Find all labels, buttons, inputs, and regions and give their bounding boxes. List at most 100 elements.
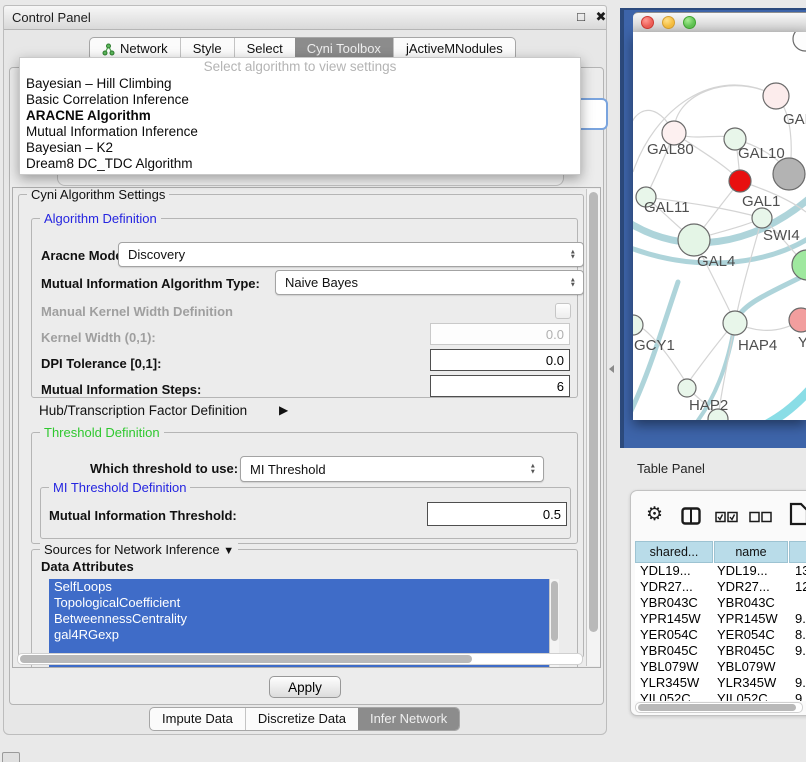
select-all-checks-icon[interactable] (715, 511, 739, 523)
table-row[interactable]: YBR045CYBR045C9. (635, 643, 806, 659)
sources-group: Sources for Network Inference ▼ Data Att… (31, 549, 578, 668)
gear-icon[interactable]: ⚙ (646, 503, 663, 526)
selected-value: Discovery (128, 247, 185, 262)
chevron-updown-icon: ▲▼ (570, 277, 576, 288)
list-item[interactable]: SelfLoops (49, 579, 550, 595)
tab-label: Impute Data (162, 708, 233, 730)
settings-scroll-area: Cyni Algorithm Settings Algorithm Defini… (12, 187, 601, 668)
minimize-button[interactable] (662, 16, 675, 29)
deselect-all-icon[interactable] (749, 511, 773, 523)
close-icon[interactable]: ✖ (593, 9, 609, 25)
node-label: GAL10 (738, 145, 785, 162)
node[interactable] (763, 83, 789, 109)
column-header-partial[interactable] (789, 541, 806, 563)
columns-icon[interactable] (681, 507, 701, 525)
node-hap2[interactable] (678, 379, 696, 397)
table-row[interactable]: YER054CYER054C8. (635, 627, 806, 643)
group-title[interactable]: Sources for Network Inference ▼ (40, 542, 238, 559)
apply-button[interactable]: Apply (269, 676, 341, 698)
table-rows: YDL19...YDL19...13 YDR27...YDR27...12 YB… (635, 563, 806, 701)
table-header: shared... name (635, 541, 806, 563)
node[interactable] (792, 250, 806, 280)
manual-kernel-label: Manual Kernel Width Definition (41, 304, 233, 320)
node-label: Y (798, 334, 806, 351)
node-gcy1[interactable] (633, 315, 643, 335)
mi-type-select[interactable]: Naive Bayes ▲▼ (275, 270, 584, 295)
close-button[interactable] (641, 16, 654, 29)
table-row[interactable]: YDR27...YDR27...12 (635, 579, 806, 595)
algorithm-option[interactable]: Basic Correlation Inference (20, 92, 580, 108)
node-label: SWI4 (763, 227, 800, 244)
dpi-tolerance-input[interactable] (430, 349, 570, 371)
table-panel-title: Table Panel (637, 461, 705, 476)
node-label: GCY1 (634, 337, 675, 354)
control-panel: Control Panel □ ✖ Network Style Select (3, 5, 607, 735)
table-horizontal-scrollbar[interactable] (635, 702, 803, 713)
tab-discretize-data[interactable]: Discretize Data (245, 708, 358, 730)
settings-vertical-scrollbar[interactable] (586, 189, 600, 666)
kernel-width-input[interactable] (430, 323, 570, 345)
splitter-arrow-icon[interactable] (609, 365, 614, 373)
zoom-button[interactable] (683, 16, 696, 29)
mi-steps-input[interactable] (430, 375, 570, 397)
mi-threshold-group: MI Threshold Definition Mutual Informati… (40, 487, 571, 539)
dropdown-items: Bayesian – Hill Climbing Basic Correlati… (20, 76, 580, 172)
node[interactable] (789, 308, 806, 332)
tab-label: Infer Network (370, 708, 447, 730)
manual-kernel-checkbox[interactable] (555, 303, 571, 319)
threshold-select[interactable]: MI Threshold ▲▼ (240, 456, 544, 482)
cyni-algorithm-settings-group: Cyni Algorithm Settings Algorithm Defini… (18, 194, 584, 658)
node-gal1[interactable] (729, 170, 751, 192)
file-icon[interactable] (789, 502, 806, 526)
table-row[interactable]: YBL079WYBL079W (635, 659, 806, 675)
algorithm-option-selected[interactable]: ARACNE Algorithm (20, 108, 580, 124)
node[interactable] (773, 158, 805, 190)
dpi-tolerance-label: DPI Tolerance [0,1]: (41, 356, 161, 372)
settings-horizontal-scrollbar[interactable] (17, 653, 583, 665)
node-label: GAL80 (647, 141, 694, 158)
table-row[interactable]: YLR345WYLR345W9. (635, 675, 806, 691)
node-label: GAL (783, 111, 806, 128)
group-title: Algorithm Definition (40, 211, 161, 226)
table-row[interactable]: YDL19...YDL19...13 (635, 563, 806, 579)
which-threshold-label: Which threshold to use: (90, 461, 238, 477)
collapsed-arrow-icon[interactable]: ▶ (279, 402, 288, 418)
list-item[interactable]: TopologicalCoefficient (49, 595, 550, 611)
list-item[interactable]: gal4RGexp (49, 627, 550, 643)
tab-infer-network[interactable]: Infer Network (358, 708, 459, 730)
list-item[interactable]: BetweennessCentrality (49, 611, 550, 627)
algorithm-dropdown: Select algorithm to view settings Bayesi… (19, 57, 581, 175)
table-row[interactable]: YPR145WYPR145W9. (635, 611, 806, 627)
table-row[interactable]: YBR043CYBR043C (635, 595, 806, 611)
algorithm-definition-group: Algorithm Definition Aracne Mode: Discov… (31, 218, 578, 398)
algorithm-option[interactable]: Dream8 DC_TDC Algorithm (20, 156, 580, 172)
network-icon (102, 43, 115, 56)
network-window-titlebar[interactable] (633, 12, 806, 34)
mi-threshold-label: Mutual Information Threshold: (49, 508, 237, 524)
algorithm-option[interactable]: Bayesian – K2 (20, 140, 580, 156)
node-hap4[interactable] (723, 311, 747, 335)
panel-title: Control Panel (12, 6, 91, 29)
network-canvas[interactable]: GAL GAL80 GAL10 GAL1 GAL11 SWI4 GAL4 GCY… (633, 32, 806, 420)
node-swi4[interactable] (752, 208, 772, 228)
column-header-shared-name[interactable]: shared... (635, 541, 713, 563)
aracne-mode-select[interactable]: Discovery ▲▼ (118, 242, 584, 267)
tab-impute-data[interactable]: Impute Data (150, 708, 245, 730)
column-header-name[interactable]: name (714, 541, 788, 563)
mi-threshold-input[interactable] (427, 502, 567, 526)
node[interactable] (793, 32, 806, 51)
algorithm-option[interactable]: Mutual Information Inference (20, 124, 580, 140)
table-row[interactable]: YIL052CYIL052C9. (635, 691, 806, 701)
dropdown-placeholder: Select algorithm to view settings (20, 58, 580, 76)
corner-widget[interactable] (2, 752, 20, 762)
float-icon[interactable]: □ (573, 9, 589, 25)
control-panel-titlebar: Control Panel □ ✖ (4, 6, 606, 30)
node-label: HAP2 (689, 397, 728, 414)
table-panel: ⚙ shared... name YDL19...YDL19...13 YDR2… (630, 490, 806, 716)
tab-label: Discretize Data (258, 708, 346, 730)
node-gal4[interactable] (678, 224, 710, 256)
chevron-updown-icon: ▲▼ (570, 249, 576, 260)
algorithm-option[interactable]: Bayesian – Hill Climbing (20, 76, 580, 92)
node-label: GAL1 (742, 193, 780, 210)
hub-factor-section-label[interactable]: Hub/Transcription Factor Definition (39, 403, 247, 419)
